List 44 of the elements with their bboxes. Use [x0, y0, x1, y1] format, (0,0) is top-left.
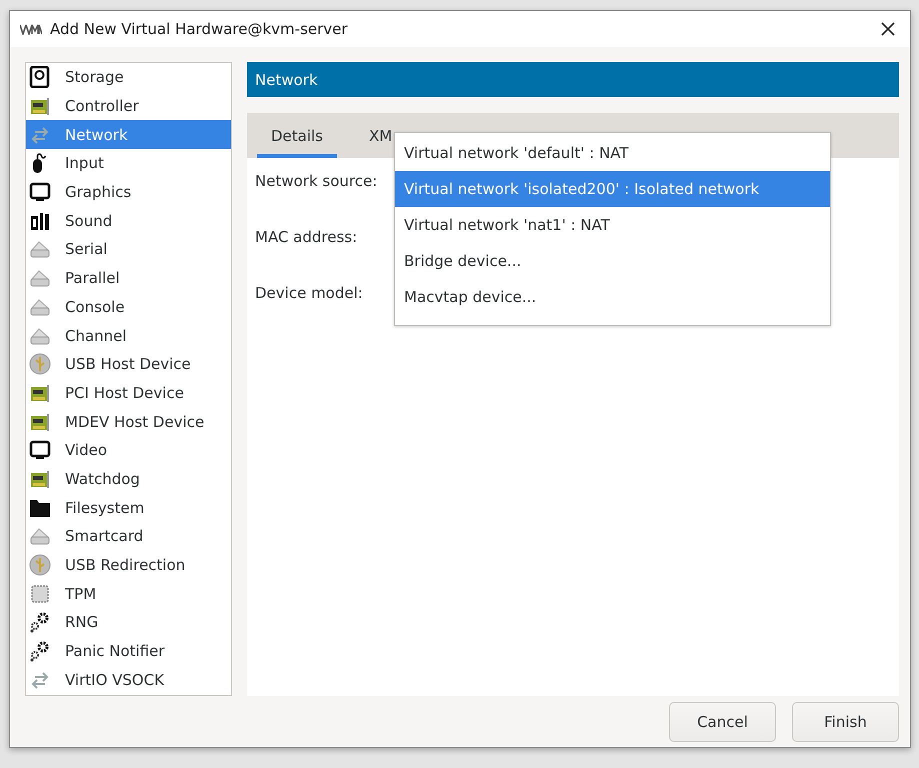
window-title: Add New Virtual Hardware@kvm-server [50, 20, 349, 38]
dropdown-option[interactable]: Macvtap device... [395, 279, 830, 315]
usb-icon [29, 353, 51, 376]
hardware-list-item[interactable]: USB Redirection [26, 550, 231, 580]
monitor-icon [29, 439, 51, 462]
usb-icon [29, 554, 51, 576]
dropdown-option[interactable]: Virtual network 'default' : NAT [395, 135, 830, 171]
hardware-list-item[interactable]: Network [26, 120, 231, 150]
hardware-list-item[interactable]: MDEV Host Device [26, 407, 231, 436]
dropdown-option[interactable]: Virtual network 'nat1' : NAT [395, 207, 830, 243]
field-label: MAC address: [255, 228, 358, 248]
hardware-list-item[interactable]: Channel [26, 321, 231, 350]
gears-icon [29, 611, 51, 634]
hardware-list-item[interactable]: Storage [26, 63, 231, 92]
hardware-list-item[interactable]: Serial [26, 235, 231, 264]
hardware-list-item[interactable]: PCI Host Device [26, 378, 231, 408]
chip-icon [29, 582, 51, 605]
hardware-list-item[interactable]: Watchdog [26, 464, 231, 494]
hardware-list-item[interactable]: Controller [26, 92, 231, 120]
dropdown-option[interactable]: Virtual network 'isolated200' : Isolated network [395, 171, 830, 207]
dialog-button[interactable]: Cancel [669, 702, 776, 742]
hardware-list-item[interactable]: VirtIO VSOCK [26, 665, 231, 694]
dialog-button[interactable]: Finish [792, 702, 899, 742]
app-logo-icon [20, 23, 42, 35]
hardware-list-item[interactable]: Filesystem [26, 493, 231, 522]
hardware-list-item[interactable]: Console [26, 292, 231, 322]
hardware-list-item[interactable]: Video [26, 436, 231, 465]
hardware-list-item[interactable]: RNG [26, 608, 231, 637]
circuit-card-icon [29, 95, 51, 118]
hardware-list-item[interactable]: Input [26, 149, 231, 178]
hardware-list-item[interactable]: Parallel [26, 264, 231, 292]
monitor-icon [29, 181, 51, 204]
hardware-list-item[interactable]: Sound [26, 206, 231, 236]
section-header: Network [247, 62, 899, 97]
hardware-list-item[interactable]: Smartcard [26, 522, 231, 551]
field-label: Device model: [255, 284, 363, 304]
hardware-list-item[interactable]: TPM [26, 579, 231, 608]
gears-icon [29, 640, 51, 662]
field-label: Network source: [255, 172, 378, 192]
hardware-list-item[interactable]: Panic Notifier [26, 636, 231, 666]
hardware-list-item[interactable]: USB Host Device [26, 350, 231, 379]
hardware-list-item[interactable]: Graphics [26, 178, 231, 206]
dropdown-option[interactable]: Bridge device... [395, 243, 830, 279]
close-icon [880, 21, 896, 37]
